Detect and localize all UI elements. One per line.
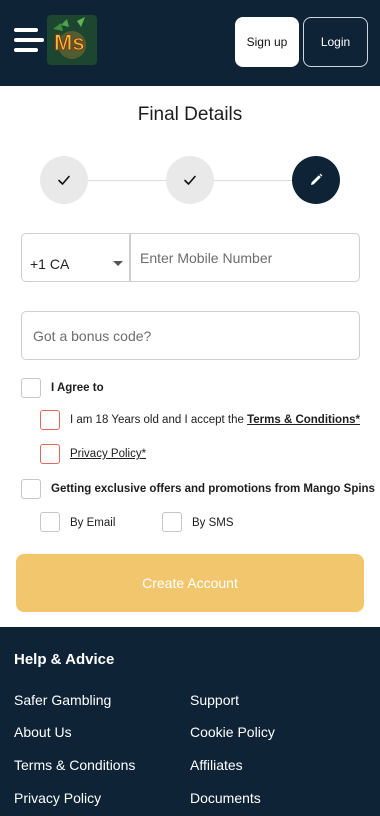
by-sms-checkbox[interactable] xyxy=(162,512,182,532)
terms-link[interactable]: Terms & Conditions* xyxy=(247,414,360,426)
mango-spins-logo[interactable]: Ms xyxy=(47,15,97,65)
country-code-select[interactable]: +1 CA xyxy=(21,233,130,282)
footer-link-safer-gambling[interactable]: Safer Gambling xyxy=(14,692,111,708)
offers-checkbox[interactable] xyxy=(21,479,41,499)
step-3-active xyxy=(292,156,340,204)
stepper-connector xyxy=(214,180,292,181)
check-icon xyxy=(184,175,196,185)
top-header: Ms Sign up Login xyxy=(0,0,380,86)
chevron-down-icon xyxy=(113,261,123,266)
signup-button[interactable]: Sign up xyxy=(235,17,299,67)
login-button[interactable]: Login xyxy=(303,17,368,67)
footer-link-support[interactable]: Support xyxy=(190,692,239,708)
step-2-complete xyxy=(166,156,214,204)
footer-link-cookie-policy[interactable]: Cookie Policy xyxy=(190,724,275,740)
hamburger-menu-icon[interactable] xyxy=(14,28,44,54)
agree-all-checkbox[interactable] xyxy=(21,378,41,398)
footer-title: Help & Advice xyxy=(14,651,115,668)
check-icon xyxy=(58,175,70,185)
by-sms-label: By SMS xyxy=(192,517,234,529)
privacy-label: Privacy Policy* xyxy=(70,448,146,460)
pencil-icon xyxy=(311,173,323,185)
offers-label: Getting exclusive offers and promotions … xyxy=(51,483,375,495)
footer: Help & Advice Safer Gambling About Us Te… xyxy=(0,627,380,816)
footer-link-terms[interactable]: Terms & Conditions xyxy=(14,757,135,773)
privacy-policy-link[interactable]: Privacy Policy* xyxy=(70,448,146,460)
logo-text: Ms xyxy=(54,30,85,55)
by-email-label: By Email xyxy=(70,517,116,529)
mobile-number-input[interactable] xyxy=(130,233,360,282)
footer-link-privacy[interactable]: Privacy Policy xyxy=(14,790,101,806)
footer-link-documents[interactable]: Documents xyxy=(190,790,261,806)
footer-link-about-us[interactable]: About Us xyxy=(14,724,72,740)
country-code-value: +1 CA xyxy=(30,256,70,272)
age-terms-checkbox[interactable] xyxy=(40,410,60,430)
bonus-code-input[interactable] xyxy=(21,311,360,360)
by-email-checkbox[interactable] xyxy=(40,512,60,532)
footer-link-affiliates[interactable]: Affiliates xyxy=(190,757,243,773)
privacy-checkbox[interactable] xyxy=(40,444,60,464)
age-terms-label: I am 18 Years old and I accept the Terms… xyxy=(70,414,360,426)
step-1-complete xyxy=(40,156,88,204)
agree-label: I Agree to xyxy=(51,382,104,394)
create-account-button[interactable]: Create Account xyxy=(16,554,364,612)
age-text: I am 18 Years old and I accept the xyxy=(70,414,248,426)
page-title: Final Details xyxy=(137,104,243,125)
stepper-connector xyxy=(88,180,166,181)
